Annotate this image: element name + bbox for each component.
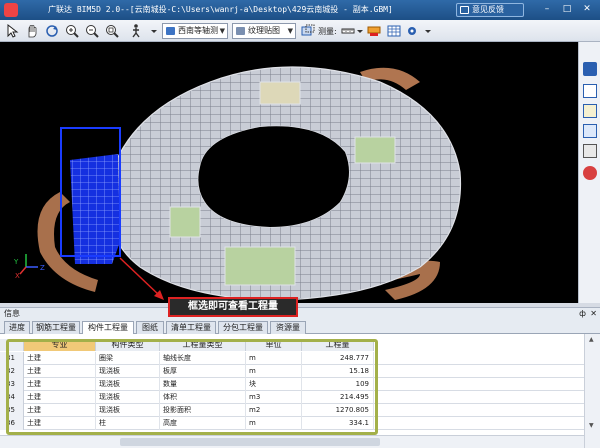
app-window: 广联达 BIM5D 2.0--[云南城投-C:\Users\wanrj-a\De… (0, 0, 600, 448)
select-icon[interactable] (4, 23, 20, 39)
horizontal-scrollbar[interactable] (0, 435, 584, 448)
window-title: 广联达 BIM5D 2.0--[云南城投-C:\Users\wanrj-a\De… (48, 5, 393, 14)
box-select-icon[interactable] (300, 23, 316, 39)
export-icon[interactable] (583, 166, 597, 180)
axis-y-label: Y (13, 258, 19, 266)
rotate-icon[interactable] (44, 23, 60, 39)
tab-rebar-quantity[interactable]: 钢筋工程量 (32, 321, 80, 334)
properties-icon[interactable] (583, 62, 597, 76)
chevron-down-icon: ▼ (287, 27, 293, 35)
view-direction-select[interactable]: 西南等轴测 ▼ (162, 23, 228, 39)
grid-icon[interactable] (386, 23, 402, 39)
highlight-icon[interactable] (366, 23, 382, 39)
cube-icon (166, 27, 175, 35)
minimize-button[interactable]: – (540, 3, 554, 16)
camera-icon[interactable] (583, 144, 597, 158)
info-panel-title: 信息 (4, 309, 20, 318)
monitor-icon (460, 6, 469, 14)
title-bar: 广联达 BIM5D 2.0--[云南城投-C:\Users\wanrj-a\De… (0, 0, 600, 20)
scroll-down-icon[interactable]: ▼ (589, 422, 594, 429)
close-button[interactable]: ✕ (580, 3, 594, 16)
layer-icon[interactable] (583, 124, 597, 138)
model-viewport-3d[interactable]: Y X Z (0, 42, 578, 303)
close-icon[interactable]: ✕ (590, 308, 597, 320)
zoom-out-icon[interactable] (84, 23, 100, 39)
vertical-scrollbar[interactable]: ▲ ▼ (584, 334, 600, 448)
pin-icon[interactable]: ф (579, 308, 586, 320)
pan-icon[interactable] (24, 23, 40, 39)
app-logo-icon (4, 3, 18, 17)
scroll-up-icon[interactable]: ▲ (589, 336, 594, 343)
building-model: Y X Z (13, 66, 462, 301)
info-panel-header: 信息 ф ✕ (0, 307, 600, 320)
axis-gizmo: Y X Z (13, 254, 45, 280)
courtyard-block (169, 206, 201, 238)
annotation-callout: 框选即可查看工程量 (168, 297, 298, 317)
zoom-in-icon[interactable] (64, 23, 80, 39)
courtyard-block (354, 136, 396, 164)
tab-component-quantity[interactable]: 构件工程量 (82, 321, 134, 335)
tab-subcontract-quantity[interactable]: 分包工程量 (218, 321, 268, 334)
chart-icon[interactable] (583, 84, 597, 98)
chevron-down-icon[interactable] (420, 23, 431, 39)
main-toolbar: 西南等轴测 ▼ 纹理贴图 ▼ 测量: (0, 20, 600, 42)
tab-bill-quantity[interactable]: 清单工程量 (166, 321, 216, 334)
chevron-down-icon: ▼ (219, 27, 225, 35)
tab-progress[interactable]: 进度 (4, 321, 30, 334)
tab-resources[interactable]: 资源量 (270, 321, 306, 334)
tab-drawings[interactable]: 图纸 (136, 321, 164, 334)
info-tabs: 进度 钢筋工程量 构件工程量 图纸 清单工程量 分包工程量 资源量 (0, 320, 600, 335)
walk-icon[interactable] (128, 23, 144, 39)
selected-component[interactable] (70, 154, 120, 264)
chevron-down-icon[interactable] (352, 23, 363, 39)
courtyard-block (224, 246, 296, 286)
dropdown-icon[interactable] (146, 23, 157, 39)
highlight-annotation-box (6, 339, 378, 435)
edit-icon[interactable] (583, 104, 597, 118)
measure-label: 测量: (318, 27, 337, 36)
courtyard-block (259, 81, 301, 105)
maximize-button[interactable]: □ (560, 3, 574, 16)
settings-icon[interactable] (404, 23, 420, 39)
axis-z-label: Z (40, 264, 45, 272)
right-tool-strip (578, 42, 600, 303)
scrollbar-thumb[interactable] (120, 438, 380, 446)
axis-x-label: X (15, 272, 20, 280)
feedback-button[interactable]: 意见反馈 (456, 3, 524, 17)
zoom-window-icon[interactable] (104, 23, 120, 39)
texture-icon (236, 27, 245, 35)
render-mode-select[interactable]: 纹理贴图 ▼ (232, 23, 296, 39)
